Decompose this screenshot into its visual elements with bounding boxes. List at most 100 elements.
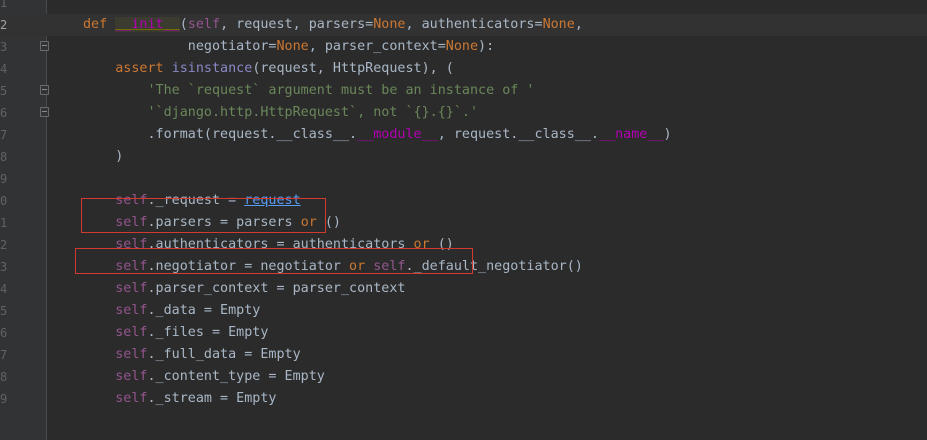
- code-token: self: [115, 303, 148, 318]
- code-token: .parsers = parsers: [147, 215, 301, 230]
- code-token: .format(request.__class__.: [83, 127, 358, 142]
- code-text: self.parsers = parsers or (): [83, 212, 341, 234]
- code-text: self._full_data = Empty: [83, 344, 301, 366]
- fold-marker-icon[interactable]: [40, 41, 49, 51]
- code-text: .format(request.__class__.__module__, re…: [83, 124, 672, 146]
- code-line[interactable]: 4 self.parser_context = parser_context: [0, 278, 927, 300]
- code-text: assert isinstance(request, HttpRequest),…: [83, 58, 454, 80]
- code-token: ._full_data = Empty: [147, 347, 301, 362]
- code-line[interactable]: 2 def __init__(self, request, parsers=Non…: [0, 14, 927, 36]
- code-line[interactable]: 2 self.authenticators = authenticators o…: [0, 234, 927, 256]
- code-line[interactable]: 9: [0, 168, 927, 190]
- code-token: self: [115, 193, 148, 208]
- code-token: .authenticators = authenticators: [147, 237, 414, 252]
- code-text: self.authenticators = authenticators or …: [83, 234, 454, 256]
- line-number: 9: [0, 172, 7, 186]
- line-number: 5: [0, 84, 7, 98]
- code-line[interactable]: 6 '`django.http.HttpRequest`, not `{}.{}…: [0, 102, 927, 124]
- code-token: ,: [574, 17, 583, 32]
- code-line[interactable]: 3 negotiator=None, parser_context=None):: [0, 36, 927, 58]
- code-token: or: [300, 215, 317, 230]
- line-number: 2: [0, 18, 7, 32]
- code-token: '`django.http.HttpRequest`, not `{}.{}`.…: [147, 105, 479, 120]
- code-token: (): [316, 215, 341, 230]
- code-token: ._stream = Empty: [147, 391, 277, 406]
- code-token: negotiator=: [83, 39, 277, 54]
- code-text: self.parser_context = parser_context: [83, 278, 405, 300]
- code-line[interactable]: 8 ): [0, 146, 927, 168]
- code-line[interactable]: 7 self._full_data = Empty: [0, 344, 927, 366]
- code-text: def __init__(self, request, parsers=None…: [83, 14, 583, 36]
- line-number: 1: [0, 216, 7, 230]
- code-token: (: [179, 17, 188, 32]
- code-token: ): [83, 149, 124, 164]
- code-token: self: [115, 281, 148, 296]
- code-token: ._content_type = Empty: [147, 369, 325, 384]
- code-token: 'The `request` argument must be an insta…: [147, 83, 535, 98]
- line-number: 7: [0, 348, 7, 362]
- code-token: (request, HttpRequest), (: [252, 61, 454, 76]
- line-number: 5: [0, 304, 7, 318]
- code-text: self._content_type = Empty: [83, 366, 325, 388]
- code-line[interactable]: 5 self._data = Empty: [0, 300, 927, 322]
- code-token: or: [349, 259, 366, 274]
- code-editor[interactable]: 1 2 def __init__(self, request, parsers=No…: [0, 0, 927, 440]
- code-token: ):: [478, 39, 495, 54]
- code-line[interactable]: 8 self._content_type = Empty: [0, 366, 927, 388]
- line-number: 3: [0, 40, 7, 54]
- code-token: None: [542, 17, 575, 32]
- code-token: def: [83, 17, 116, 32]
- code-line[interactable]: 1: [0, 0, 927, 14]
- code-token: .parser_context = parser_context: [147, 281, 406, 296]
- code-token: or: [413, 237, 430, 252]
- fold-marker-icon[interactable]: [40, 85, 49, 95]
- code-line[interactable]: 6 self._files = Empty: [0, 322, 927, 344]
- code-token: , parser_context=: [308, 39, 446, 54]
- code-text: 'The `request` argument must be an insta…: [83, 80, 535, 102]
- code-line[interactable]: 1 self.parsers = parsers or (): [0, 212, 927, 234]
- fold-marker-icon[interactable]: [40, 107, 49, 117]
- line-number: 4: [0, 282, 7, 296]
- code-line[interactable]: 4 assert isinstance(request, HttpRequest…: [0, 58, 927, 80]
- code-token: self: [115, 259, 148, 274]
- code-token: (): [429, 237, 454, 252]
- code-token: assert: [115, 61, 172, 76]
- code-token: , authenticators=: [405, 17, 543, 32]
- code-text: self._data = Empty: [83, 300, 260, 322]
- code-line[interactable]: 7 .format(request.__class__.__module__, …: [0, 124, 927, 146]
- code-line[interactable]: 9 self._stream = Empty: [0, 388, 927, 410]
- code-line[interactable]: 0 self._request = request: [0, 190, 927, 212]
- line-number: 6: [0, 106, 7, 120]
- code-token: self: [115, 369, 148, 384]
- code-text: ): [83, 146, 123, 168]
- code-token: ._data = Empty: [147, 303, 261, 318]
- code-text: self._request = request: [83, 190, 300, 212]
- line-number: 6: [0, 326, 7, 340]
- code-line[interactable]: 3 self.negotiator = negotiator or self._…: [0, 256, 927, 278]
- code-token: ._request =: [147, 193, 245, 208]
- code-text: '`django.http.HttpRequest`, not `{}.{}`.…: [83, 102, 479, 124]
- code-token: self: [373, 259, 406, 274]
- code-line[interactable]: 5 'The `request` argument must be an ins…: [0, 80, 927, 102]
- code-token[interactable]: request: [244, 193, 300, 208]
- code-token: __name__: [598, 127, 664, 142]
- code-token: None: [445, 39, 479, 54]
- code-token: self: [187, 17, 221, 32]
- line-number: 8: [0, 370, 7, 384]
- code-token: __init__: [115, 17, 180, 32]
- code-token: ): [663, 127, 672, 142]
- line-number: 9: [0, 392, 7, 406]
- code-token: ._default_negotiator(): [405, 259, 583, 274]
- line-number: 2: [0, 238, 7, 252]
- line-number: 7: [0, 128, 7, 142]
